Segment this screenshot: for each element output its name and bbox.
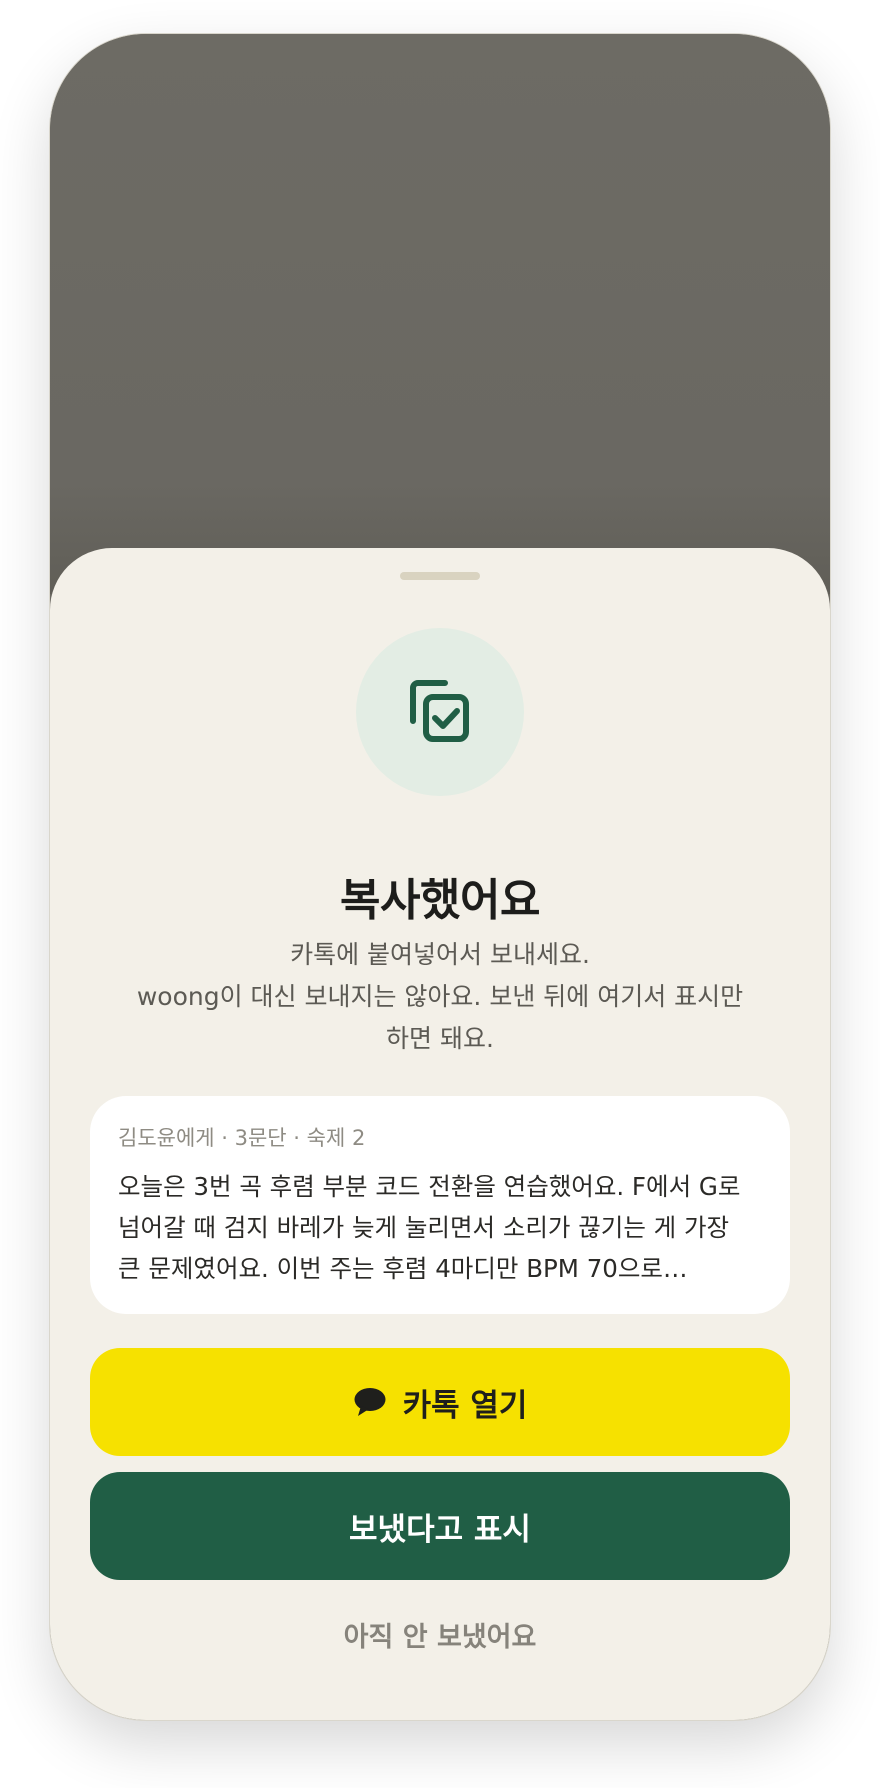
phone-frame: 복사했어요 카톡에 붙여넣어서 보내세요. woong이 대신 보내지는 않아요… — [50, 34, 830, 1720]
sheet-drag-handle[interactable] — [400, 572, 480, 580]
copied-icon-badge — [356, 628, 524, 796]
copy-check-icon — [410, 680, 469, 742]
dimmed-backdrop[interactable] — [50, 34, 830, 594]
preview-line: 오늘은 3번 곡 후렴 부분 코드 전환을 연습했어요. F에서 G로 — [118, 1172, 741, 1201]
sheet-description: 카톡에 붙여넣어서 보내세요. woong이 대신 보내지는 않아요. 보낸 뒤… — [110, 934, 770, 1060]
mark-sent-label: 보냈다고 표시 — [349, 1511, 531, 1548]
open-kakao-label: 카톡 열기 — [402, 1387, 528, 1424]
description-line: woong이 대신 보내지는 않아요. 보낸 뒤에 여기서 표시만 — [136, 982, 744, 1011]
description-line: 하면 돼요. — [386, 1024, 494, 1053]
bottom-sheet: 복사했어요 카톡에 붙여넣어서 보내세요. woong이 대신 보내지는 않아요… — [50, 548, 830, 1720]
message-preview-card: 김도윤에게 · 3문단 · 숙제 2 오늘은 3번 곡 후렴 부분 코드 전환을… — [90, 1096, 790, 1314]
preview-line: 넘어갈 때 검지 바레가 늦게 눌리면서 소리가 끊기는 게 가장 — [118, 1213, 730, 1242]
preview-meta: 김도윤에게 · 3문단 · 숙제 2 — [118, 1126, 366, 1150]
not-sent-yet-button[interactable]: 아직 안 보냈어요 — [290, 1608, 590, 1660]
description-line: 카톡에 붙여넣어서 보내세요. — [290, 940, 590, 969]
mark-sent-button[interactable]: 보냈다고 표시 — [90, 1472, 790, 1580]
preview-line: 큰 문제였어요. 이번 주는 후렴 4마디만 BPM 70으로… — [118, 1254, 688, 1283]
chat-bubble-icon — [353, 1387, 387, 1417]
not-sent-label: 아직 안 보냈어요 — [343, 1621, 537, 1653]
open-kakao-button[interactable]: 카톡 열기 — [90, 1348, 790, 1456]
sheet-title: 복사했어요 — [340, 875, 540, 926]
